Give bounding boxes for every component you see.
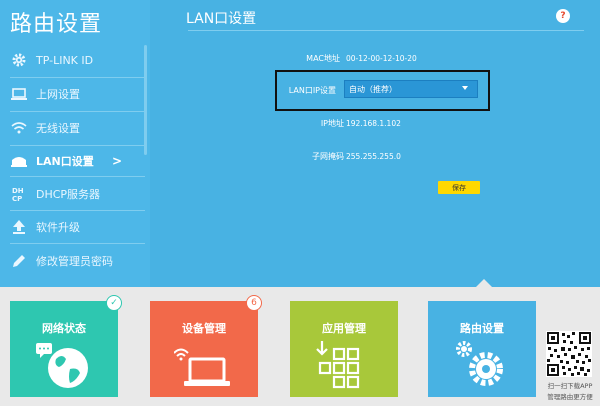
sidebar-item-label: 修改管理员密码: [36, 255, 113, 268]
sidebar-item-label: DHCP服务器: [36, 188, 101, 201]
sidebar-item-admin-password[interactable]: 修改管理员密码: [0, 246, 150, 276]
lan-ip-select[interactable]: 自动（推荐）: [344, 80, 478, 98]
divider: [10, 210, 145, 211]
tile-network-status[interactable]: 网络状态 ✓: [10, 295, 122, 397]
mac-label: MAC地址: [306, 54, 340, 63]
pencil-icon: [10, 252, 28, 270]
wifi-icon: [10, 119, 28, 137]
sidebar-item-label: TP-LINK ID: [36, 53, 94, 67]
divider: [10, 111, 145, 112]
ip-label: IP地址: [320, 119, 344, 128]
tile-router-settings[interactable]: 路由设置: [428, 301, 536, 397]
lan-ip-label: LAN口IP设置: [288, 86, 336, 95]
tile-label: 路由设置: [460, 322, 504, 335]
subnet-mask-value: 255.255.255.0: [346, 152, 401, 161]
divider: [10, 176, 145, 177]
tile-label: 应用管理: [322, 322, 366, 335]
sidebar-item-internet[interactable]: 上网设置: [0, 79, 150, 109]
save-button[interactable]: 保存: [438, 181, 480, 194]
apps-grid-icon: [314, 339, 374, 391]
tile-label: 设备管理: [182, 322, 226, 335]
svg-text:DH: DH: [12, 187, 24, 195]
qr-code-image: [546, 331, 592, 377]
chevron-right-icon: >: [112, 154, 123, 168]
sidebar-item-upgrade[interactable]: 软件升级: [0, 212, 150, 242]
chevron-down-icon: [462, 86, 468, 90]
laptop-icon: [10, 85, 28, 103]
tile-label: 网络状态: [42, 322, 86, 335]
page-title: LAN口设置: [186, 11, 257, 27]
globe-icon: [34, 339, 94, 391]
router-icon: [10, 152, 28, 170]
laptop-wifi-icon: [173, 339, 234, 391]
status-ok-badge: ✓: [106, 295, 122, 311]
lan-ip-selected-value: 自动（推荐）: [349, 84, 397, 94]
sidebar-item-wireless[interactable]: 无线设置: [0, 113, 150, 143]
mac-value: 00-12-00-12-10-20: [346, 54, 417, 63]
sidebar-item-label: 无线设置: [36, 122, 80, 135]
active-tile-pointer: [476, 279, 492, 287]
ip-value: 192.168.1.102: [346, 119, 401, 128]
main-panel: LAN口设置 ? MAC地址 00-12-00-12-10-20 LAN口IP设…: [150, 0, 600, 287]
tile-app-management[interactable]: 应用管理: [290, 301, 398, 397]
sidebar-item-dhcp[interactable]: DH CP DHCP服务器: [0, 179, 150, 209]
device-count-badge: 6: [246, 295, 262, 311]
sidebar-item-label: LAN口设置: [36, 155, 94, 168]
subnet-mask-label: 子网掩码: [312, 152, 344, 161]
divider: [10, 243, 145, 244]
title-divider: [188, 30, 584, 31]
dhcp-icon: DH CP: [10, 185, 28, 203]
svg-text:CP: CP: [12, 195, 22, 202]
qr-caption-line1: 扫一扫下载APP: [547, 382, 593, 390]
tile-device-management[interactable]: 设备管理 6: [150, 295, 262, 397]
sidebar-item-label: 上网设置: [36, 88, 80, 101]
help-icon[interactable]: ?: [556, 9, 570, 23]
app-title: 路由设置: [10, 12, 103, 37]
upload-icon: [10, 218, 28, 236]
sidebar-item-lan[interactable]: LAN口设置 >: [0, 146, 150, 176]
qr-caption-line2: 管理路由更方便: [547, 393, 593, 401]
divider: [10, 77, 145, 78]
gears-icon: [452, 339, 512, 391]
sidebar-item-tplink-id[interactable]: TP-LINK ID: [0, 45, 150, 75]
sidebar-item-label: 软件升级: [36, 221, 80, 234]
gear-icon: [10, 51, 28, 69]
sidebar: 路由设置 TP-LINK ID 上网设置 无线设置 LAN口设置 > DH CP …: [0, 0, 150, 287]
